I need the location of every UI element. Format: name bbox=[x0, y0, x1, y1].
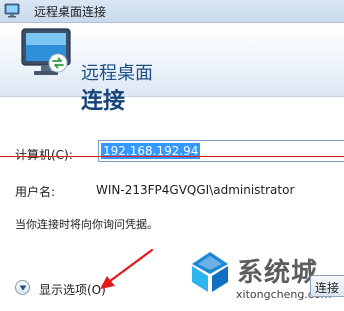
windows-logo-icon bbox=[192, 252, 228, 292]
username-label: 用户名: bbox=[15, 185, 56, 199]
connect-button[interactable]: 连接 bbox=[310, 275, 344, 297]
watermark-text: 系统城 bbox=[237, 258, 319, 288]
title-bar: 远程桌面连接 bbox=[0, 0, 344, 23]
credential-note: 当你连接时将向你询问凭据。 bbox=[15, 218, 158, 231]
header-title: 远程桌面 bbox=[81, 63, 153, 84]
chevron-down-icon[interactable] bbox=[15, 280, 30, 295]
annotation-underline bbox=[0, 156, 344, 157]
username-value: WIN-213FP4GVQGI\administrator bbox=[96, 183, 295, 197]
header-subtitle: 连接 bbox=[81, 89, 126, 114]
computer-label: 计算机(C): bbox=[15, 148, 73, 162]
header-banner: 远程桌面 连接 bbox=[0, 23, 344, 114]
annotation-arrow-icon bbox=[100, 248, 154, 289]
remote-desktop-icon bbox=[4, 3, 20, 18]
window-title: 远程桌面连接 bbox=[34, 5, 107, 19]
monitor-connection-icon bbox=[21, 28, 71, 75]
computer-input[interactable]: 192.168.192.94 bbox=[98, 140, 344, 162]
